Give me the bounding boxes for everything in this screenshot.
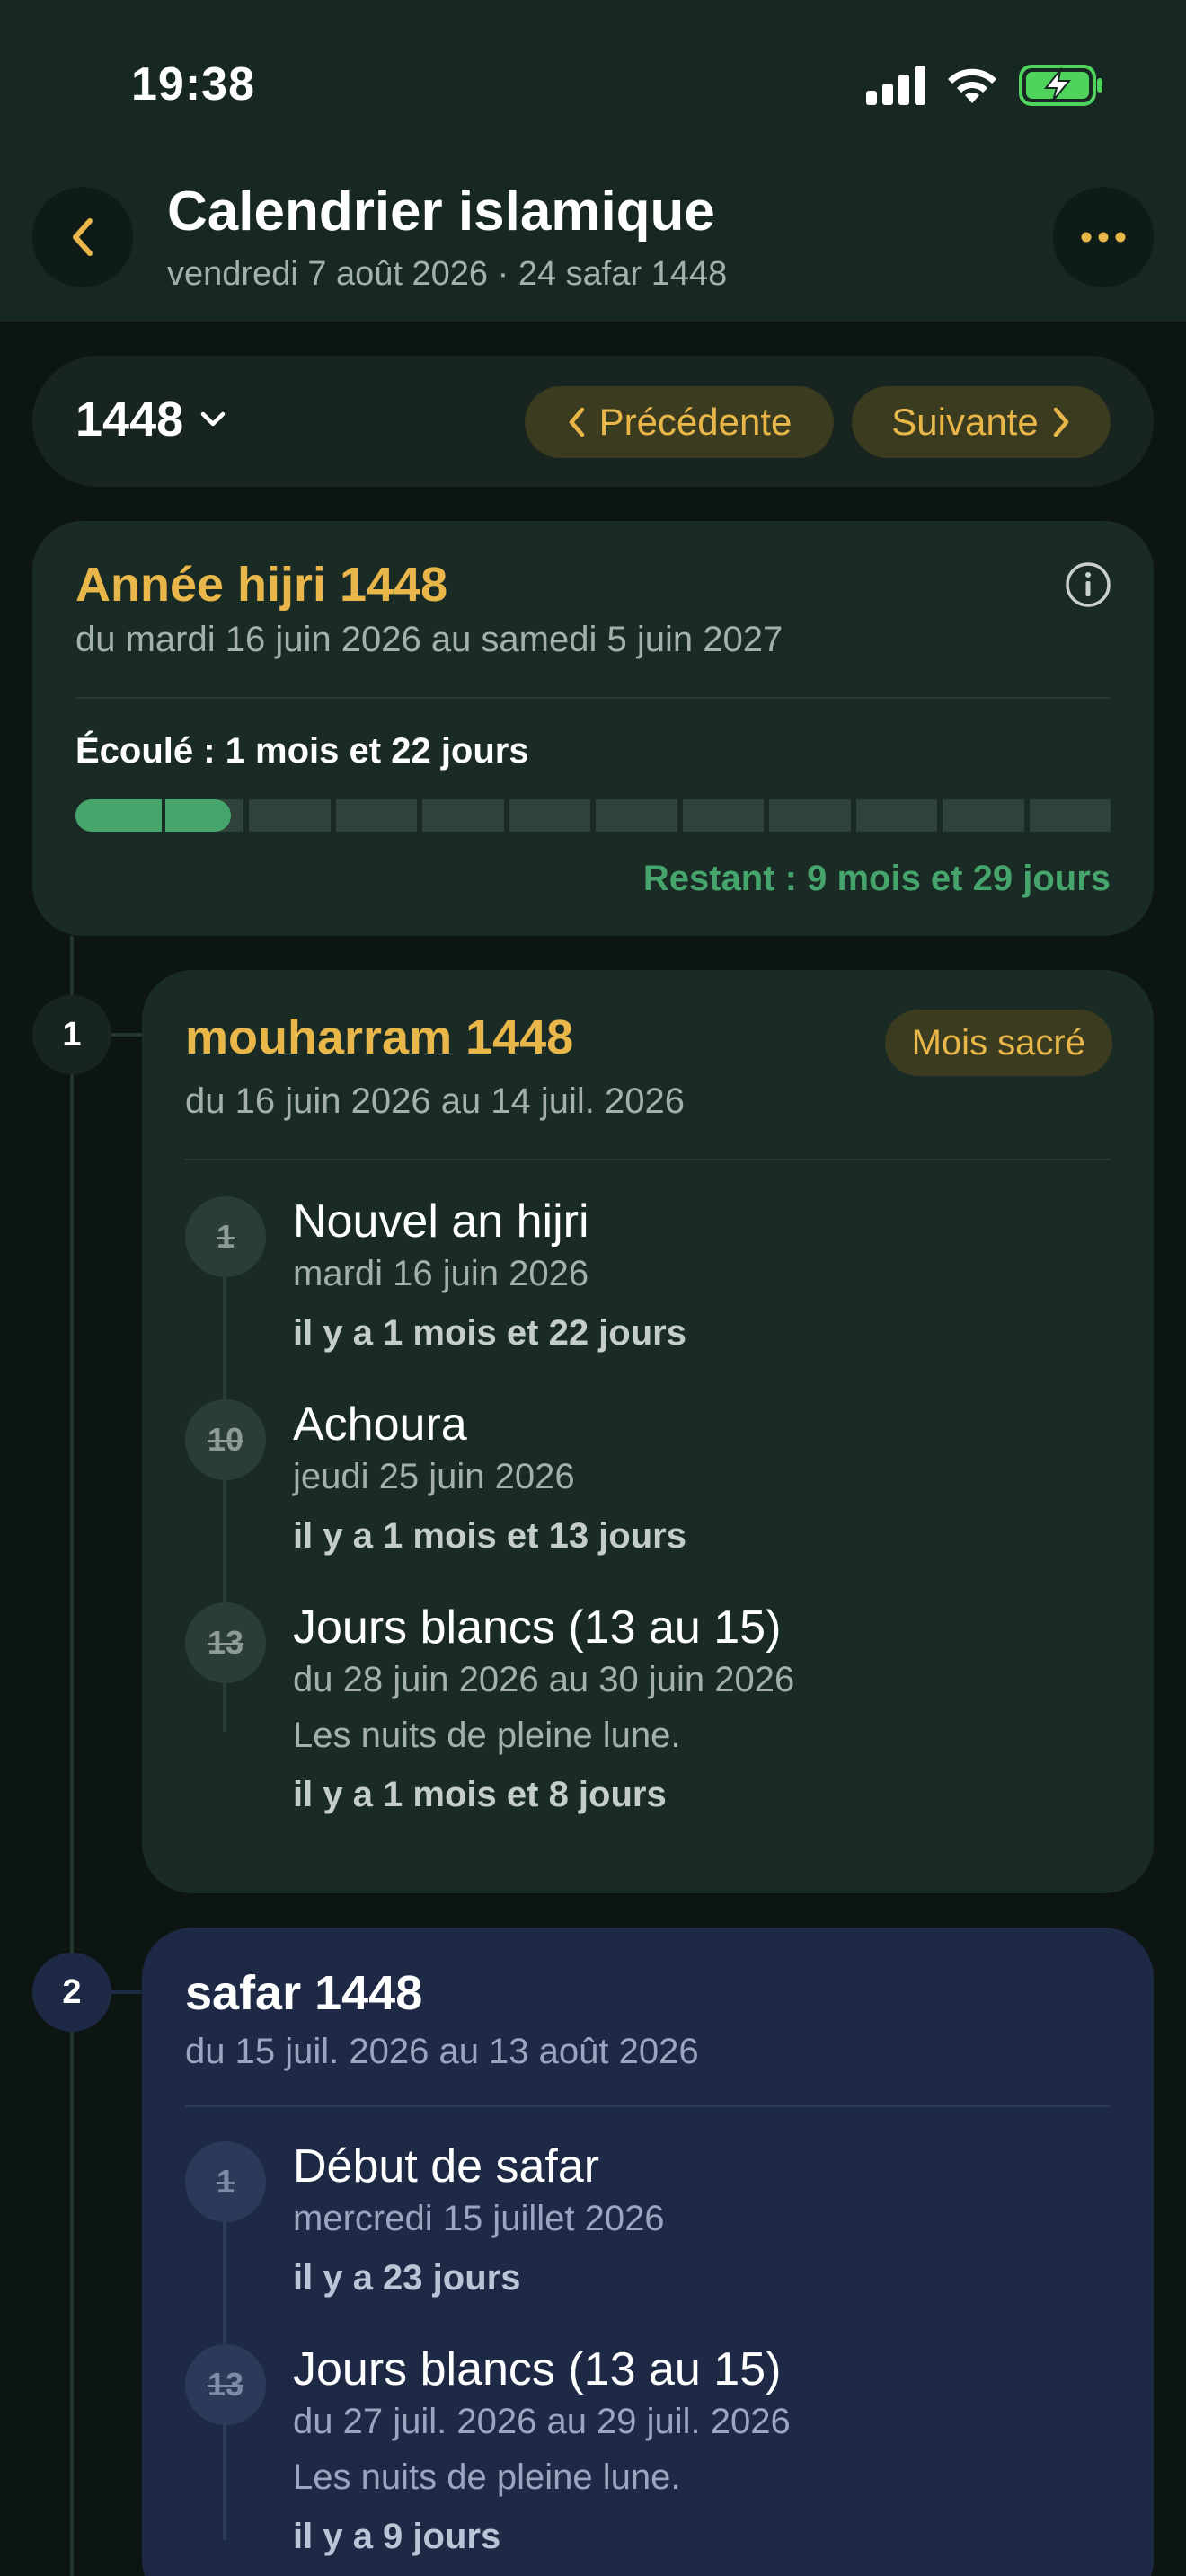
event-title: Début de safar	[293, 2140, 600, 2192]
status-icons	[866, 63, 1103, 108]
month-title: safar 1448	[185, 1966, 423, 2020]
event-day-badge: 10	[185, 1399, 266, 1480]
timeline-connector	[111, 1990, 144, 1994]
event-day-badge: 13	[185, 2344, 266, 2425]
status-time: 19:38	[131, 58, 255, 110]
progress-segment	[335, 799, 417, 832]
event-note: Les nuits de pleine lune.	[293, 2457, 681, 2497]
event-day-badge: 13	[185, 1602, 266, 1683]
elapsed-label: Écoulé : 1 mois et 22 jours	[75, 731, 529, 771]
divider	[75, 697, 1111, 699]
year-progress-bar	[75, 799, 1111, 832]
event-relative-time: il y a 1 mois et 22 jours	[293, 1313, 686, 1353]
month-number-badge: 2	[32, 1953, 111, 2032]
event-date: jeudi 25 juin 2026	[293, 1457, 575, 1496]
previous-year-button[interactable]: Précédente	[525, 386, 834, 458]
event-title: Achoura	[293, 1398, 467, 1451]
month-range: du 15 juil. 2026 au 13 août 2026	[185, 2032, 699, 2071]
event-title: Nouvel an hijri	[293, 1195, 589, 1248]
progress-segment	[596, 799, 677, 832]
progress-segment	[1029, 799, 1111, 832]
event-title: Jours blancs (13 au 15)	[293, 2343, 782, 2395]
previous-year-label: Précédente	[598, 401, 792, 443]
chevron-left-icon	[569, 407, 584, 437]
month-card-mouharram[interactable]: mouharram 1448 Mois sacré du 16 juin 202…	[142, 970, 1154, 1893]
month-title: mouharram 1448	[185, 1010, 574, 1064]
year-selector: 1448 Précédente Suivante	[32, 356, 1154, 487]
more-button[interactable]	[1053, 187, 1154, 287]
next-year-button[interactable]: Suivante	[852, 386, 1111, 458]
event-relative-time: il y a 1 mois et 8 jours	[293, 1775, 667, 1814]
signal-icon	[866, 66, 925, 105]
progress-segment	[422, 799, 504, 832]
next-year-label: Suivante	[891, 401, 1039, 443]
year-dropdown[interactable]: 1448	[75, 392, 226, 447]
more-icon	[1081, 232, 1126, 243]
event-date: mercredi 15 juillet 2026	[293, 2199, 665, 2238]
back-button[interactable]	[32, 187, 133, 287]
event-date: mardi 16 juin 2026	[293, 1254, 589, 1293]
progress-segment-separator	[162, 799, 165, 832]
progress-segment	[769, 799, 851, 832]
month-range: du 16 juin 2026 au 14 juil. 2026	[185, 1081, 686, 1121]
year-value: 1448	[75, 393, 184, 446]
info-icon[interactable]	[1064, 560, 1112, 609]
event-relative-time: il y a 1 mois et 13 jours	[293, 1516, 686, 1556]
progress-segment	[943, 799, 1024, 832]
progress-segment	[249, 799, 331, 832]
progress-segment	[682, 799, 764, 832]
event-day-badge: 1	[185, 2141, 266, 2222]
event-date: du 28 juin 2026 au 30 juin 2026	[293, 1660, 795, 1699]
year-summary-card: Année hijri 1448 du mardi 16 juin 2026 a…	[32, 521, 1154, 936]
page-title: Calendrier islamique	[167, 181, 715, 243]
year-title: Année hijri 1448	[75, 558, 448, 612]
divider	[185, 1159, 1111, 1160]
event-day-badge: 1	[185, 1196, 266, 1277]
event-note: Les nuits de pleine lune.	[293, 1716, 681, 1755]
event-relative-time: il y a 23 jours	[293, 2258, 521, 2298]
chevron-right-icon	[1053, 407, 1068, 437]
remaining-label: Restant : 9 mois et 29 jours	[642, 859, 1111, 898]
event-relative-time: il y a 9 jours	[293, 2517, 501, 2556]
year-range: du mardi 16 juin 2026 au samedi 5 juin 2…	[75, 620, 783, 659]
chevron-down-icon	[200, 411, 226, 427]
page-subtitle: vendredi 7 août 2026 · 24 safar 1448	[167, 255, 728, 293]
event-title: Jours blancs (13 au 15)	[293, 1601, 782, 1654]
month-card-safar[interactable]: safar 1448 du 15 juil. 2026 au 13 août 2…	[142, 1928, 1154, 2576]
month-number-badge: 1	[32, 995, 111, 1074]
sacred-month-badge: Mois sacré	[884, 1010, 1112, 1076]
event-date: du 27 juil. 2026 au 29 juil. 2026	[293, 2402, 791, 2441]
progress-segment	[855, 799, 937, 832]
divider	[185, 2105, 1111, 2107]
progress-segment	[509, 799, 590, 832]
battery-charging-icon	[1019, 65, 1102, 106]
wifi-icon	[948, 68, 996, 103]
timeline-line	[70, 936, 74, 2576]
timeline-connector	[111, 1033, 144, 1037]
progress-fill	[75, 799, 231, 832]
chevron-left-icon	[73, 218, 93, 256]
